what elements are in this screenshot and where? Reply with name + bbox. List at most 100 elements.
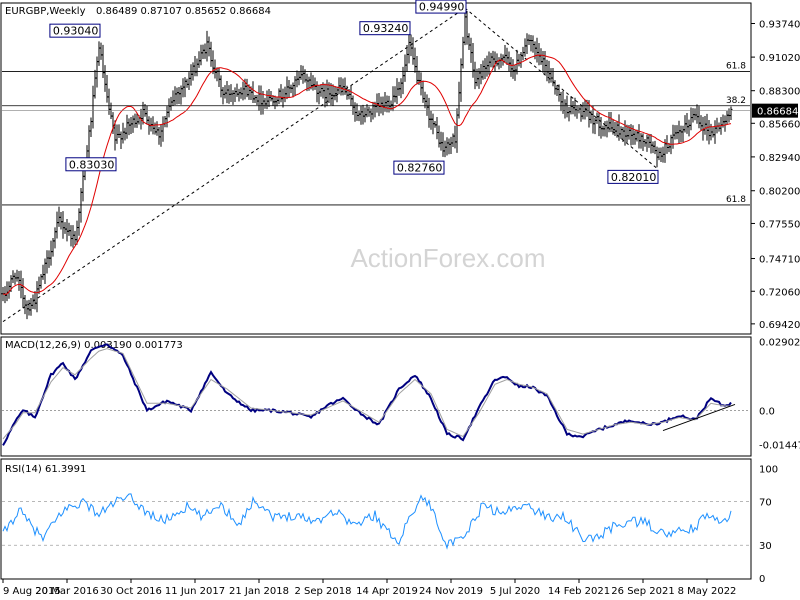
price-bar: [89, 117, 93, 138]
price-bar: [385, 95, 389, 113]
price-bar: [319, 84, 323, 97]
price-bar: [453, 125, 457, 149]
price-bar: [485, 55, 489, 77]
price-bar: [275, 97, 279, 107]
svg-text:0.83030: 0.83030: [69, 158, 115, 171]
price-bar: [723, 115, 727, 132]
price-bar: [535, 37, 539, 63]
macd-axis-tick: -0.014471: [759, 441, 800, 452]
price-bar: [465, 11, 469, 45]
price-bar: [129, 116, 133, 135]
price-bar: [641, 133, 645, 151]
price-bar: [603, 121, 607, 137]
price-bar: [521, 46, 525, 61]
price-bar: [677, 120, 681, 144]
price-bar: [257, 85, 261, 112]
price-bar: [555, 85, 559, 96]
price-bar: [525, 33, 529, 55]
price-bar: [153, 122, 157, 135]
price-bar: [681, 125, 685, 143]
price-bar: [13, 272, 17, 285]
price-bar: [623, 120, 627, 146]
price-bar: [29, 298, 33, 316]
price-bar: [299, 65, 303, 80]
price-bar: [511, 59, 515, 79]
price-axis-tick: 0.69420: [759, 320, 800, 331]
price-bar: [651, 141, 655, 154]
price-bar: [697, 106, 701, 129]
price-bar: [73, 230, 77, 245]
fib-level-label: 38.2: [726, 96, 746, 106]
price-bar: [383, 92, 387, 112]
price-bar: [425, 94, 429, 116]
price-bar: [567, 106, 571, 122]
trend-line: [464, 7, 658, 169]
x-axis-tick: 30 Oct 2016: [100, 586, 162, 597]
price-bar: [387, 95, 391, 113]
price-bar: [615, 121, 619, 138]
price-bar: [557, 84, 561, 102]
price-bar: [691, 108, 695, 123]
price-bar: [729, 106, 733, 121]
price-bar: [221, 86, 225, 105]
price-bar: [539, 48, 543, 65]
price-bar: [21, 278, 25, 309]
price-bar: [219, 75, 223, 98]
price-bar: [93, 69, 97, 99]
price-axis-tick: 0.93740: [759, 20, 800, 31]
price-bar: [375, 93, 379, 113]
price-bar: [297, 71, 301, 86]
price-bar: [713, 120, 717, 144]
price-bar: [103, 65, 107, 92]
price-bar: [121, 122, 125, 144]
price-bar: [401, 66, 405, 95]
price-bar: [55, 211, 59, 239]
price-bar: [263, 97, 267, 109]
price-bar: [159, 125, 163, 147]
price-bar: [497, 57, 501, 70]
price-bar: [447, 138, 451, 155]
price-bar: [411, 37, 415, 65]
price-bar: [469, 37, 473, 63]
price-bar: [81, 166, 85, 202]
svg-text:0.82760: 0.82760: [397, 162, 443, 175]
price-bar: [399, 78, 403, 99]
price-bar: [253, 94, 257, 103]
x-axis-tick: 21 Jan 2018: [229, 586, 289, 597]
svg-text:0.86684: 0.86684: [757, 107, 798, 118]
x-axis-tick: 11 Jun 2017: [165, 586, 225, 597]
price-bar: [187, 72, 191, 90]
price-bar: [577, 106, 581, 114]
price-bar: [69, 225, 73, 247]
price-bar: [59, 212, 63, 230]
price-bar: [437, 125, 441, 148]
current-price-marker: 0.86684: [752, 103, 798, 118]
price-bar: [33, 291, 37, 310]
price-bar: [405, 45, 409, 72]
price-bar: [513, 64, 517, 81]
price-bar: [519, 52, 523, 68]
price-bar: [635, 129, 639, 142]
price-bar: [461, 36, 465, 69]
price-bar: [359, 105, 363, 125]
price-bar: [125, 114, 129, 139]
price-bar: [439, 131, 443, 151]
price-bar: [317, 85, 321, 105]
fib-level-label: 61.8: [726, 195, 746, 205]
price-bar: [505, 47, 509, 66]
price-bar: [311, 75, 315, 91]
price-bar: [507, 51, 511, 72]
price-bar: [537, 43, 541, 66]
price-bar: [509, 57, 513, 77]
price-bar: [239, 87, 243, 99]
price-axis-tick: 0.74710: [759, 255, 800, 266]
price-bar: [645, 134, 649, 152]
price-bar: [665, 135, 669, 154]
svg-text:0.94990: 0.94990: [419, 1, 465, 14]
macd-line: [2, 343, 732, 446]
price-bar: [351, 95, 355, 115]
price-bar: [725, 110, 729, 125]
price-bar: [95, 56, 99, 88]
price-bar: [97, 41, 101, 66]
price-bar: [255, 94, 259, 106]
